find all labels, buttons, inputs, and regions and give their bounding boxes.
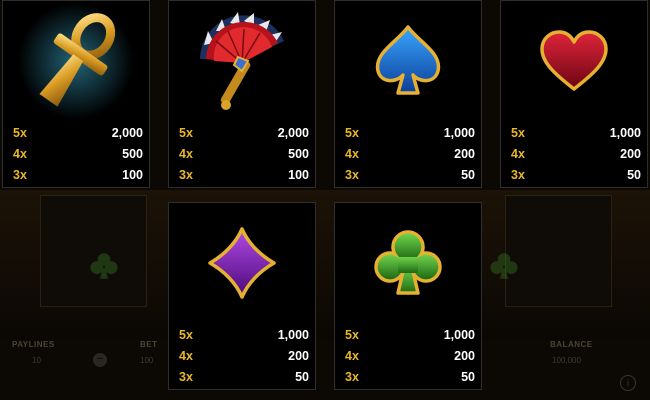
payout-amount: 2,000: [277, 126, 309, 140]
payout-row: 3x 50: [179, 370, 309, 387]
payout-amount: 1,000: [443, 126, 475, 140]
payout-row: 5x 2,000: [179, 126, 309, 143]
payout-multiplier: 5x: [511, 126, 525, 140]
payout-multiplier: 3x: [179, 370, 193, 384]
paylines-value: 10: [32, 356, 41, 365]
payout-multiplier: 4x: [345, 147, 359, 161]
payout-amount: 50: [627, 168, 641, 182]
payout-multiplier: 3x: [345, 168, 359, 182]
info-icon[interactable]: i: [620, 375, 636, 391]
payout-row: 5x 1,000: [345, 328, 475, 345]
payout-amount: 200: [454, 349, 475, 363]
payout-multiplier: 4x: [179, 349, 193, 363]
bet-label: BET: [140, 340, 158, 349]
hand-fan-icon: [200, 12, 284, 110]
payout-multiplier: 3x: [179, 168, 193, 182]
diamond-icon: [208, 227, 276, 299]
payout-amount: 50: [461, 168, 475, 182]
bet-value: 100: [140, 356, 154, 365]
payout-row: 3x 50: [345, 168, 475, 185]
payout-multiplier: 5x: [179, 328, 193, 342]
payout-multiplier: 5x: [345, 328, 359, 342]
payout-multiplier: 5x: [179, 126, 193, 140]
payout-amount: 500: [122, 147, 143, 161]
reel-cell: [505, 195, 612, 307]
payout-amount: 200: [620, 147, 641, 161]
payout-amount: 1,000: [609, 126, 641, 140]
paylines-label: PAYLINES: [12, 340, 55, 349]
payout-amount: 200: [288, 349, 309, 363]
payout-multiplier: 4x: [179, 147, 193, 161]
payout-multiplier: 4x: [13, 147, 27, 161]
payout-multiplier: 5x: [345, 126, 359, 140]
payout-row: 4x 200: [345, 349, 475, 366]
payout-amount: 50: [461, 370, 475, 384]
payout-amount: 500: [288, 147, 309, 161]
payout-amount: 200: [454, 147, 475, 161]
payout-row: 4x 200: [179, 349, 309, 366]
paytable-card-club: 5x 1,000 4x 200 3x 50: [334, 202, 482, 390]
heart-icon: [540, 30, 608, 91]
paytable-card-spade: 5x 1,000 4x 200 3x 50: [334, 0, 482, 188]
payout-row: 3x 100: [13, 168, 143, 185]
paytable-card-fan: 5x 2,000 4x 500 3x 100: [168, 0, 316, 188]
payout-multiplier: 4x: [345, 349, 359, 363]
payout-row: 5x 2,000: [13, 126, 143, 143]
club-icon: [90, 253, 118, 279]
payout-row: 4x 200: [345, 147, 475, 164]
club-icon: [374, 230, 442, 295]
payout-row: 3x 50: [511, 168, 641, 185]
payout-row: 4x 200: [511, 147, 641, 164]
payout-row: 5x 1,000: [511, 126, 641, 143]
payout-amount: 2,000: [111, 126, 143, 140]
spade-icon: [375, 25, 441, 95]
payout-row: 3x 50: [345, 370, 475, 387]
payout-row: 3x 100: [179, 168, 309, 185]
payout-multiplier: 4x: [511, 147, 525, 161]
paytable-card-ankh: 5x 2,000 4x 500 3x 100: [2, 0, 150, 188]
payout-multiplier: 3x: [345, 370, 359, 384]
payout-row: 4x 500: [179, 147, 309, 164]
payout-row: 5x 1,000: [179, 328, 309, 345]
payout-row: 4x 500: [13, 147, 143, 164]
payout-amount: 100: [122, 168, 143, 182]
paytable-card-heart: 5x 1,000 4x 200 3x 50: [500, 0, 648, 188]
payout-row: 5x 1,000: [345, 126, 475, 143]
decrease-bet-button[interactable]: −: [93, 353, 107, 367]
payout-amount: 100: [288, 168, 309, 182]
ankh-icon: [18, 3, 134, 119]
payout-multiplier: 3x: [13, 168, 27, 182]
payout-multiplier: 5x: [13, 126, 27, 140]
club-icon: [490, 253, 518, 279]
payout-amount: 1,000: [443, 328, 475, 342]
balance-label: BALANCE: [550, 340, 593, 349]
payout-amount: 50: [295, 370, 309, 384]
payout-multiplier: 3x: [511, 168, 525, 182]
balance-value: 100,000: [552, 356, 581, 365]
paytable-card-diamond: 5x 1,000 4x 200 3x 50: [168, 202, 316, 390]
payout-amount: 1,000: [277, 328, 309, 342]
